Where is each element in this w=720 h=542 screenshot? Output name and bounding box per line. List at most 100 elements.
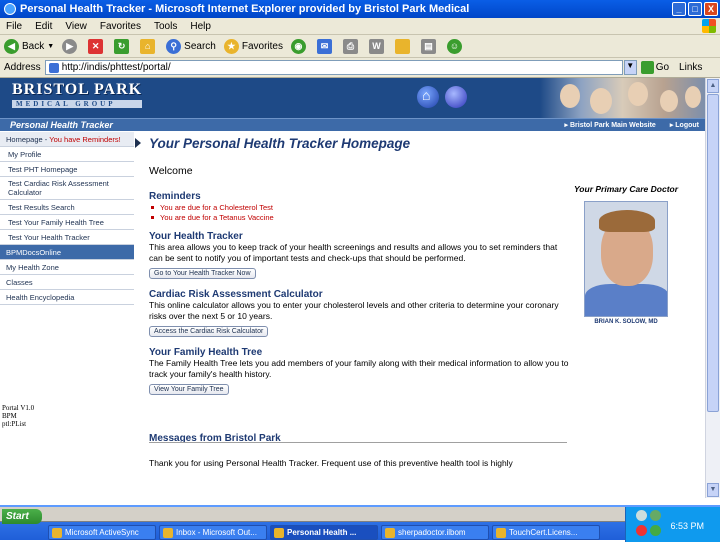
- page-code-version: Portal V1.0: [2, 404, 35, 412]
- menu-file[interactable]: File: [6, 21, 22, 32]
- task-activesync[interactable]: Microsoft ActiveSync: [48, 525, 156, 540]
- go-label: Go: [655, 62, 670, 73]
- tray-network-icon[interactable]: [636, 510, 647, 521]
- stop-button[interactable]: ✕: [88, 38, 106, 54]
- logo-line1: BRISTOL PARK: [12, 81, 143, 98]
- research-icon: ▤: [420, 38, 436, 54]
- banner-orb-icon[interactable]: [445, 86, 467, 108]
- tracker-button[interactable]: Go to Your Health Tracker Now: [149, 268, 256, 279]
- media-button[interactable]: ◉: [290, 38, 309, 54]
- notes-button[interactable]: [394, 38, 413, 54]
- messenger-button[interactable]: ☺: [446, 38, 465, 54]
- home-button[interactable]: ⌂: [140, 38, 158, 54]
- address-input[interactable]: http://indis/phttest/portal/: [44, 60, 623, 75]
- scroll-up-button[interactable]: ▲: [707, 79, 719, 93]
- favorites-button[interactable]: ★ Favorites: [223, 38, 283, 54]
- maximize-button[interactable]: □: [688, 2, 702, 16]
- menu-help[interactable]: Help: [190, 21, 211, 32]
- nav-classes[interactable]: Classes: [0, 275, 134, 290]
- family-photo: [540, 78, 705, 118]
- reminder-item[interactable]: You are due for a Cholesterol Test: [151, 202, 569, 212]
- tracker-body: This area allows you to keep track of yo…: [149, 242, 558, 263]
- vertical-scrollbar[interactable]: ▲ ▼: [705, 78, 720, 498]
- nav-my-health-zone[interactable]: My Health Zone: [0, 260, 134, 275]
- bristol-park-logo[interactable]: BRISTOL PARK MEDICAL GROUP: [12, 81, 143, 108]
- main-website-link[interactable]: ▸ Bristol Park Main Website: [565, 121, 656, 129]
- tray-sync-icon[interactable]: [650, 510, 661, 521]
- mail-icon: ✉: [316, 38, 332, 54]
- print-button[interactable]: ⎙: [342, 38, 361, 54]
- back-arrow-icon: ◀: [4, 38, 19, 54]
- links-button[interactable]: Links: [679, 62, 702, 73]
- menu-tools[interactable]: Tools: [154, 21, 177, 32]
- nav-my-profile[interactable]: My Profile: [0, 147, 134, 162]
- taskbar: Start Microsoft ActiveSync Inbox - Micro…: [0, 505, 720, 542]
- start-button[interactable]: Start: [2, 509, 42, 524]
- cardiac-title: Cardiac Risk Assessment Calculator: [149, 289, 323, 300]
- task-touchcert[interactable]: TouchCert.Licens...: [492, 525, 600, 540]
- start-label: Start: [6, 511, 29, 522]
- logo-line2: MEDICAL GROUP: [12, 100, 143, 108]
- printer-icon: ⎙: [342, 38, 358, 54]
- nav-health-encyclopedia[interactable]: Health Encyclopedia: [0, 290, 134, 305]
- reminders-title: Reminders: [149, 191, 201, 202]
- reminder-item[interactable]: You are due for a Tetanus Vaccine: [151, 212, 569, 222]
- window-title: Personal Health Tracker - Microsoft Inte…: [20, 3, 470, 15]
- forward-button[interactable]: ▶: [62, 38, 80, 54]
- tray-volume-icon[interactable]: [650, 525, 661, 536]
- site-banner: BRISTOL PARK MEDICAL GROUP: [0, 78, 705, 118]
- search-label: Search: [184, 40, 216, 52]
- main-content: Your Personal Health Tracker Homepage We…: [149, 132, 569, 469]
- nav-homepage[interactable]: Homepage - You have Reminders!: [0, 132, 134, 147]
- menu-edit[interactable]: Edit: [35, 21, 52, 32]
- doctor-photo[interactable]: [584, 201, 668, 317]
- nav-test-family-tree[interactable]: Test Your Family Health Tree: [0, 215, 134, 230]
- task-list: Microsoft ActiveSync Inbox - Microsoft O…: [48, 525, 600, 540]
- forward-arrow-icon: ▶: [62, 38, 78, 54]
- menu-favorites[interactable]: Favorites: [100, 21, 141, 32]
- nav-test-results-search[interactable]: Test Results Search: [0, 200, 134, 215]
- logout-link[interactable]: ▸ Logout: [670, 121, 699, 129]
- welcome-text: Welcome: [149, 165, 193, 177]
- family-body: The Family Health Tree lets you add memb…: [149, 358, 569, 379]
- go-button[interactable]: Go: [640, 61, 670, 74]
- research-button[interactable]: ▤: [420, 38, 439, 54]
- logout-label: Logout: [675, 122, 699, 129]
- mail-button[interactable]: ✉: [316, 38, 335, 54]
- messages-body: Thank you for using Personal Health Trac…: [149, 458, 513, 468]
- clock[interactable]: 6:53 PM: [670, 521, 704, 531]
- notes-icon: [394, 38, 410, 54]
- family-button[interactable]: View Your Family Tree: [149, 384, 229, 395]
- back-button[interactable]: ◀ Back ▼: [4, 38, 54, 54]
- task-personal-health[interactable]: Personal Health ...: [270, 525, 378, 540]
- face-5: [685, 86, 701, 108]
- nav-bpmdocsonline[interactable]: BPMDocsOnline: [0, 245, 134, 260]
- scroll-thumb[interactable]: [707, 94, 719, 412]
- address-dropdown[interactable]: ▼: [623, 60, 637, 75]
- page-code-org: BPM: [2, 412, 17, 420]
- search-icon: ⚲: [166, 38, 182, 54]
- favorites-label: Favorites: [241, 40, 283, 52]
- search-button[interactable]: ⚲ Search: [166, 38, 216, 54]
- close-button[interactable]: X: [704, 2, 718, 16]
- edit-icon: W: [368, 38, 384, 54]
- media-icon: ◉: [290, 38, 306, 54]
- menu-view[interactable]: View: [65, 21, 87, 32]
- nav-test-pht-homepage[interactable]: Test PHT Homepage: [0, 162, 134, 177]
- refresh-button[interactable]: ↻: [114, 38, 132, 54]
- toolbar: ◀ Back ▼ ▶ ✕ ↻ ⌂ ⚲ Search ★ Favorites ◉ ✉ ⎙ …: [0, 35, 720, 58]
- address-bar: Address http://indis/phttest/portal/ ▼ G…: [0, 58, 720, 78]
- minimize-button[interactable]: _: [672, 2, 686, 16]
- edit-button[interactable]: W: [368, 38, 387, 54]
- banner-home-icon[interactable]: [417, 86, 439, 108]
- nav-test-cardiac-calculator[interactable]: Test Cardiac Risk Assessment Calculator: [0, 177, 134, 200]
- nav-homepage-label: Homepage -: [6, 134, 48, 144]
- cardiac-button[interactable]: Access the Cardiac Risk Calculator: [149, 326, 269, 337]
- nav-test-health-tracker[interactable]: Test Your Health Tracker: [0, 230, 134, 245]
- left-navigation: Homepage - You have Reminders! My Profil…: [0, 132, 134, 305]
- tray-alert-icon[interactable]: [636, 525, 647, 536]
- main-website-label: Bristol Park Main Website: [569, 122, 656, 129]
- task-sherpadoctor[interactable]: sherpadoctor.ilbom: [381, 525, 489, 540]
- scroll-down-button[interactable]: ▼: [707, 483, 719, 497]
- task-inbox-outlook[interactable]: Inbox - Microsoft Out...: [159, 525, 267, 540]
